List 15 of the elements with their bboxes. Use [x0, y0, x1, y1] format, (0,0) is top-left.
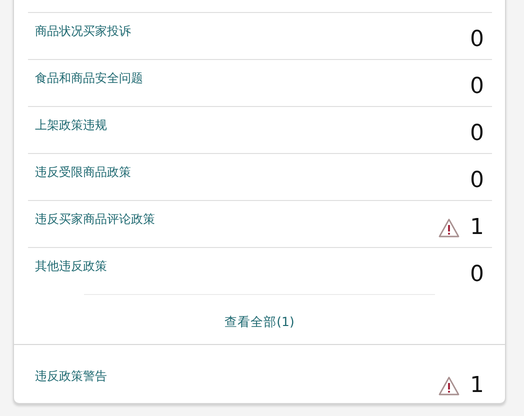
policy-link[interactable]: 违反受限商品政策	[35, 164, 131, 180]
view-all-link[interactable]: 查看全部(1)	[224, 314, 294, 331]
count-value: 1	[470, 215, 484, 241]
count-value: 0	[470, 168, 484, 194]
count-value: 0	[470, 74, 484, 100]
count-value: 0	[470, 121, 484, 147]
policy-link[interactable]: 商品状况买家投诉	[35, 23, 131, 39]
count-value: 1	[470, 373, 484, 399]
policy-link[interactable]: 违反政策警告	[35, 368, 107, 384]
policy-link[interactable]: 违反买家商品评论政策	[35, 211, 155, 227]
count-value: 0	[470, 262, 484, 288]
policy-link[interactable]: 上架政策违规	[35, 117, 107, 133]
policy-link[interactable]: 食品和商品安全问题	[35, 70, 143, 86]
policy-link[interactable]: 其他违反政策	[35, 258, 107, 274]
count-value: 0	[470, 27, 484, 53]
